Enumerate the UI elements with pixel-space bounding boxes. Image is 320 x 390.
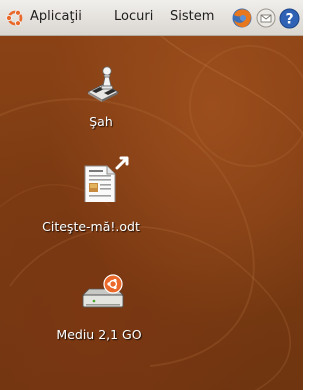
- desktop: Şah Citeşte-mă!.odt Mediu 2,1 GO: [0, 36, 303, 390]
- ubuntu-logo-icon[interactable]: [5, 8, 25, 28]
- help-icon[interactable]: ?: [279, 8, 300, 29]
- menu-system[interactable]: Sistem: [170, 9, 214, 25]
- document-link-icon: [84, 156, 129, 202]
- firefox-icon[interactable]: [231, 7, 253, 29]
- menu-places[interactable]: Locuri: [114, 9, 153, 25]
- desktop-icon-label: Citeşte-mă!.odt: [42, 219, 140, 234]
- top-panel: Aplicaţii Locuri Sistem ?: [0, 0, 303, 36]
- mail-icon[interactable]: [256, 8, 276, 28]
- chess-icon: [87, 66, 119, 102]
- menu-applications[interactable]: Aplicaţii: [30, 9, 82, 25]
- drive-icon: [82, 274, 124, 308]
- svg-text:?: ?: [285, 12, 293, 28]
- desktop-icon-label: Şah: [89, 114, 113, 129]
- wallpaper-swirl: [0, 36, 303, 390]
- desktop-icon-label: Mediu 2,1 GO: [56, 327, 142, 342]
